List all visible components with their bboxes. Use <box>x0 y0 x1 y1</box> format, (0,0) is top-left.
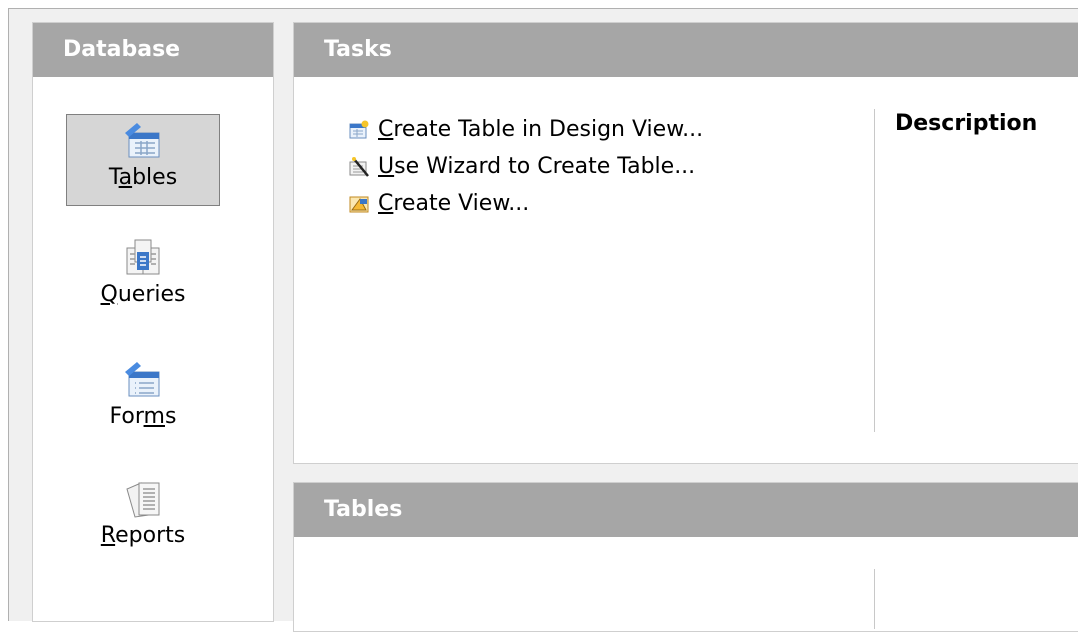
sidebar-item-label: Forms <box>109 404 177 429</box>
sidebar-item-label: Queries <box>100 282 186 307</box>
reports-icon <box>126 482 160 518</box>
window-frame-top <box>8 8 1078 9</box>
tables-panel-title: Tables <box>294 483 1078 537</box>
window-frame-left <box>8 8 9 621</box>
queries-icon <box>126 239 160 275</box>
description-label: Description <box>895 111 1038 136</box>
use-wizard-create-table-link[interactable]: Use Wizard to Create Table... <box>348 148 703 185</box>
tasks-panel-title: Tasks <box>294 23 1078 77</box>
task-label: Create Table in Design View... <box>378 117 704 142</box>
sidebar-item-forms[interactable]: Forms <box>66 354 220 446</box>
sidebar-item-label: Reports <box>100 523 186 548</box>
create-view-icon <box>349 196 369 212</box>
database-pane-title: Database <box>33 23 273 77</box>
sidebar-item-reports[interactable]: Reports <box>66 473 220 565</box>
forms-icon <box>125 362 160 397</box>
task-list: Create Table in Design View... Use Wizar… <box>348 111 703 222</box>
tables-panel: Tables <box>293 482 1078 632</box>
task-label: Use Wizard to Create Table... <box>378 154 696 179</box>
tasks-divider <box>874 109 875 432</box>
tables-icon <box>125 123 160 158</box>
tasks-panel: Tasks Create Table in Design View... Use… <box>293 22 1078 464</box>
sidebar-item-queries[interactable]: Queries <box>66 232 220 324</box>
create-view-link[interactable]: Create View... <box>348 185 703 222</box>
design-view-icon <box>349 120 369 138</box>
database-pane: Database Tables Queries Forms Reports <box>32 22 274 622</box>
task-label: Create View... <box>378 191 530 216</box>
create-table-design-view-link[interactable]: Create Table in Design View... <box>348 111 703 148</box>
sidebar-item-label: Tables <box>108 165 178 190</box>
tables-divider <box>874 569 875 629</box>
wizard-icon <box>349 156 369 177</box>
sidebar-item-tables[interactable]: Tables <box>66 114 220 206</box>
